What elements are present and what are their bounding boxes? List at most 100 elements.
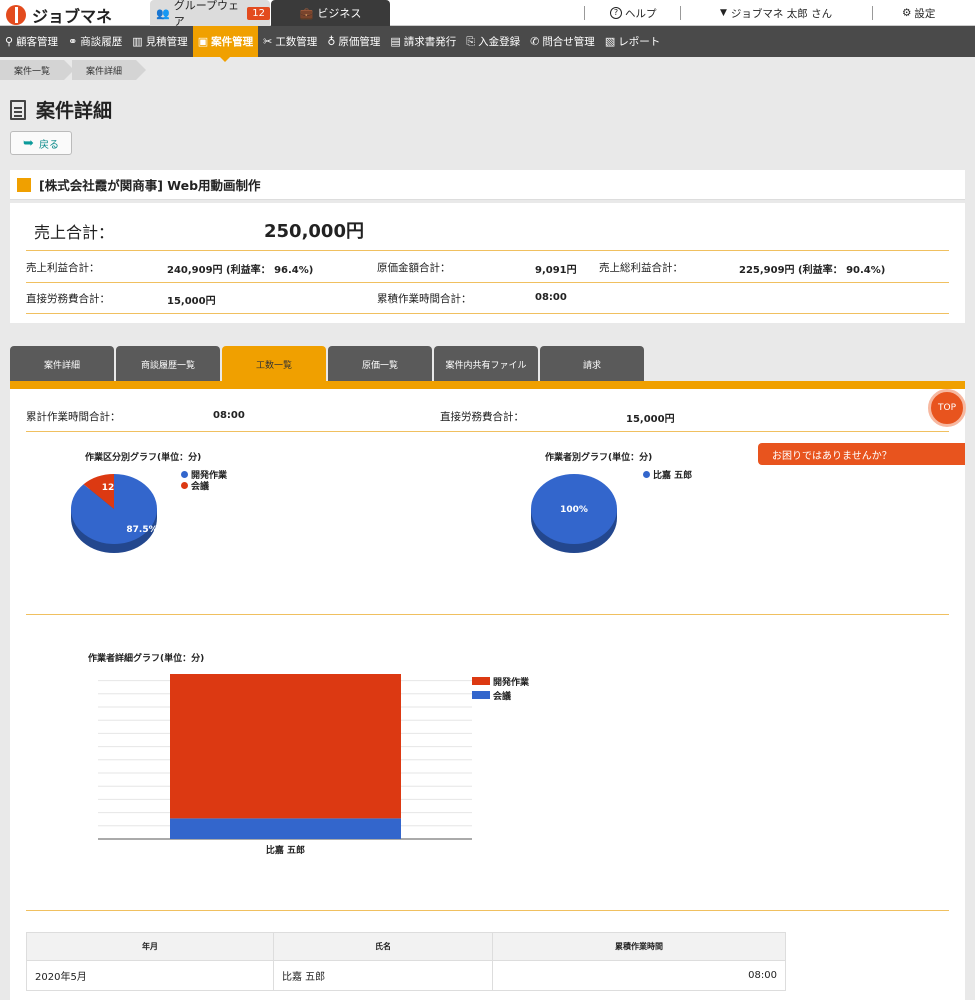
app-logo[interactable]: ジョブマネ xyxy=(6,3,112,27)
divider xyxy=(26,431,949,432)
nav-projects[interactable]: ▣ 案件管理 xyxy=(192,26,259,62)
panel-hours-label: 累計作業時間合計： xyxy=(26,411,121,423)
pie-slice-label: 100% xyxy=(560,505,588,515)
inquiry-icon: ✆ xyxy=(530,35,540,48)
bar-legend-dev: 開発作業 xyxy=(472,675,529,688)
divider xyxy=(584,6,585,20)
divider xyxy=(680,6,681,20)
bar-chart-worker-detail: 比嘉 五郎 xyxy=(98,674,472,856)
back-arrow-icon: ➥ xyxy=(23,135,34,151)
groupware-badge: 12 xyxy=(247,6,270,20)
help-icon: ? xyxy=(610,7,622,19)
tab-workhours[interactable]: 工数一覧 xyxy=(222,346,326,382)
nav-inquiries[interactable]: ✆ 問合せ管理 xyxy=(525,26,600,57)
profit-label: 売上利益合計： xyxy=(26,262,100,274)
hours-label: 累積作業時間合計： xyxy=(377,293,472,305)
tab-costs[interactable]: 原価一覧 xyxy=(328,346,432,382)
handshake-icon: ⚭ xyxy=(68,35,78,48)
nav-invoices[interactable]: ▤ 請求書発行 xyxy=(385,26,461,57)
divider xyxy=(26,250,949,251)
breadcrumb-project-list[interactable]: 案件一覧 xyxy=(0,60,75,80)
pie-slice-label: 12 xyxy=(102,483,115,493)
panel-labor-value: 15,000円 xyxy=(626,414,675,425)
legend-swatch-icon xyxy=(472,691,490,699)
user-label: ジョブマネ 太郎 さん xyxy=(730,7,833,20)
tab-underline xyxy=(10,381,965,389)
pie1-title: 作業区分別グラフ(単位：分) xyxy=(85,453,202,463)
cost-label: 原価金額合計： xyxy=(377,262,451,274)
page-title: 案件詳細 xyxy=(10,96,112,123)
gross-value: 225,909円 (利益率： 90.4%) xyxy=(739,265,886,276)
tab-project-detail[interactable]: 案件詳細 xyxy=(10,346,114,382)
sales-total-value: 250,000円 xyxy=(264,221,364,242)
nav-payments[interactable]: ⎘ 入金登録 xyxy=(461,26,525,57)
document-icon xyxy=(10,99,26,120)
nav-negotiations[interactable]: ⚭ 商談履歴 xyxy=(63,26,127,57)
th-name[interactable]: 氏名 xyxy=(273,932,493,961)
deposit-icon: ⎘ xyxy=(466,34,476,48)
settings-label: 設定 xyxy=(914,7,936,20)
workhours-panel: 累計作業時間合計： 08:00 直接労務費合計： 15,000円 作業区分別グラ… xyxy=(10,389,965,1000)
business-tab[interactable]: 💼 ビジネス xyxy=(271,0,390,26)
bar-segment xyxy=(170,818,401,839)
bar-title: 作業者詳細グラフ(単位：分) xyxy=(88,654,205,664)
nav-costs[interactable]: ♁ 原価管理 xyxy=(322,26,385,57)
back-button[interactable]: ➥ 戻る xyxy=(10,131,72,155)
pie-chart-category: 87.5% 12 xyxy=(71,474,158,553)
users-icon: 👥 xyxy=(156,6,170,20)
profit-value: 240,909円 (利益率： 96.4%) xyxy=(167,265,314,276)
divider xyxy=(872,6,873,20)
workhours-table: 年月 氏名 累積作業時間 2020年5月 比嘉 五郎 08:00 xyxy=(26,932,786,991)
nav-estimates[interactable]: ▥ 見積管理 xyxy=(127,26,192,57)
gross-label: 売上総利益合計： xyxy=(599,262,683,274)
main-nav: ⚲ 顧客管理 ⚭ 商談履歴 ▥ 見積管理 ▣ 案件管理 ✂ 工数管理 ♁ 原価管理 ▤ 請求書… xyxy=(0,26,975,62)
tools-icon: ✂ xyxy=(263,35,273,48)
help-label: ヘルプ xyxy=(625,7,657,20)
page-title-text: 案件詳細 xyxy=(36,100,113,122)
settings-link[interactable]: ⚙ 設定 xyxy=(902,0,935,26)
cell-name: 比嘉 五郎 xyxy=(273,960,493,991)
help-banner[interactable]: お困りではありませんか？ xyxy=(758,443,965,465)
scroll-top-button[interactable]: TOP xyxy=(928,389,966,427)
sales-total-label: 売上合計： xyxy=(34,223,115,242)
nav-reports[interactable]: ▧ レポート xyxy=(600,26,665,57)
labor-value: 15,000円 xyxy=(167,296,216,307)
report-icon: ▧ xyxy=(604,35,616,48)
back-label: 戻る xyxy=(38,139,59,151)
x-tick-label: 比嘉 五郎 xyxy=(266,844,305,856)
chart-icon: ▥ xyxy=(132,35,143,48)
groupware-tab[interactable]: 👥 グループウェア 12 xyxy=(150,0,270,28)
divider xyxy=(26,313,949,314)
pie2-legend-worker: 比嘉 五郎 xyxy=(643,468,692,481)
groupware-label: グループウェア xyxy=(173,0,240,28)
detail-tabs: 案件詳細 商談履歴一覧 工数一覧 原価一覧 案件内共有ファイル 請求 xyxy=(10,346,646,382)
nav-customers[interactable]: ⚲ 顧客管理 xyxy=(0,26,63,57)
breadcrumb: 案件一覧 案件詳細 xyxy=(0,60,147,80)
gear-icon: ⚙ xyxy=(902,7,912,19)
user-menu[interactable]: ▼ ジョブマネ 太郎 さん xyxy=(720,0,832,26)
divider xyxy=(26,910,949,911)
bar-legend-meeting: 会議 xyxy=(472,689,511,702)
tab-shared-files[interactable]: 案件内共有ファイル xyxy=(434,346,538,382)
th-month[interactable]: 年月 xyxy=(26,932,274,961)
pie2-title: 作業者別グラフ(単位：分) xyxy=(545,453,653,463)
nav-workhours[interactable]: ✂ 工数管理 xyxy=(258,26,322,57)
business-label: ビジネス xyxy=(317,7,362,20)
panel-hours-value: 08:00 xyxy=(213,410,245,421)
breadcrumb-project-detail: 案件詳細 xyxy=(72,60,147,80)
divider xyxy=(26,282,949,283)
folder-icon: ▣ xyxy=(197,35,209,48)
th-hours[interactable]: 累積作業時間 xyxy=(492,932,786,961)
invoice-icon: ▤ xyxy=(390,35,401,48)
top-bar: ジョブマネ 👥 グループウェア 12 💼 ビジネス ? ヘルプ ▼ ジョブマネ … xyxy=(0,0,975,28)
help-link[interactable]: ? ヘルプ xyxy=(610,0,657,26)
tab-negotiation-history[interactable]: 商談履歴一覧 xyxy=(116,346,220,382)
money-bag-icon: ♁ xyxy=(327,35,336,48)
project-title: [株式会社霞が関商事] Web用動画制作 xyxy=(39,178,261,193)
tab-billing[interactable]: 請求 xyxy=(540,346,644,382)
pie-slice-label: 87.5% xyxy=(126,525,157,535)
cell-hours: 08:00 xyxy=(492,960,786,991)
panel-labor-label: 直接労務費合計： xyxy=(440,411,524,423)
project-marker-icon xyxy=(17,177,31,192)
table-row: 2020年5月 比嘉 五郎 08:00 xyxy=(26,960,786,991)
